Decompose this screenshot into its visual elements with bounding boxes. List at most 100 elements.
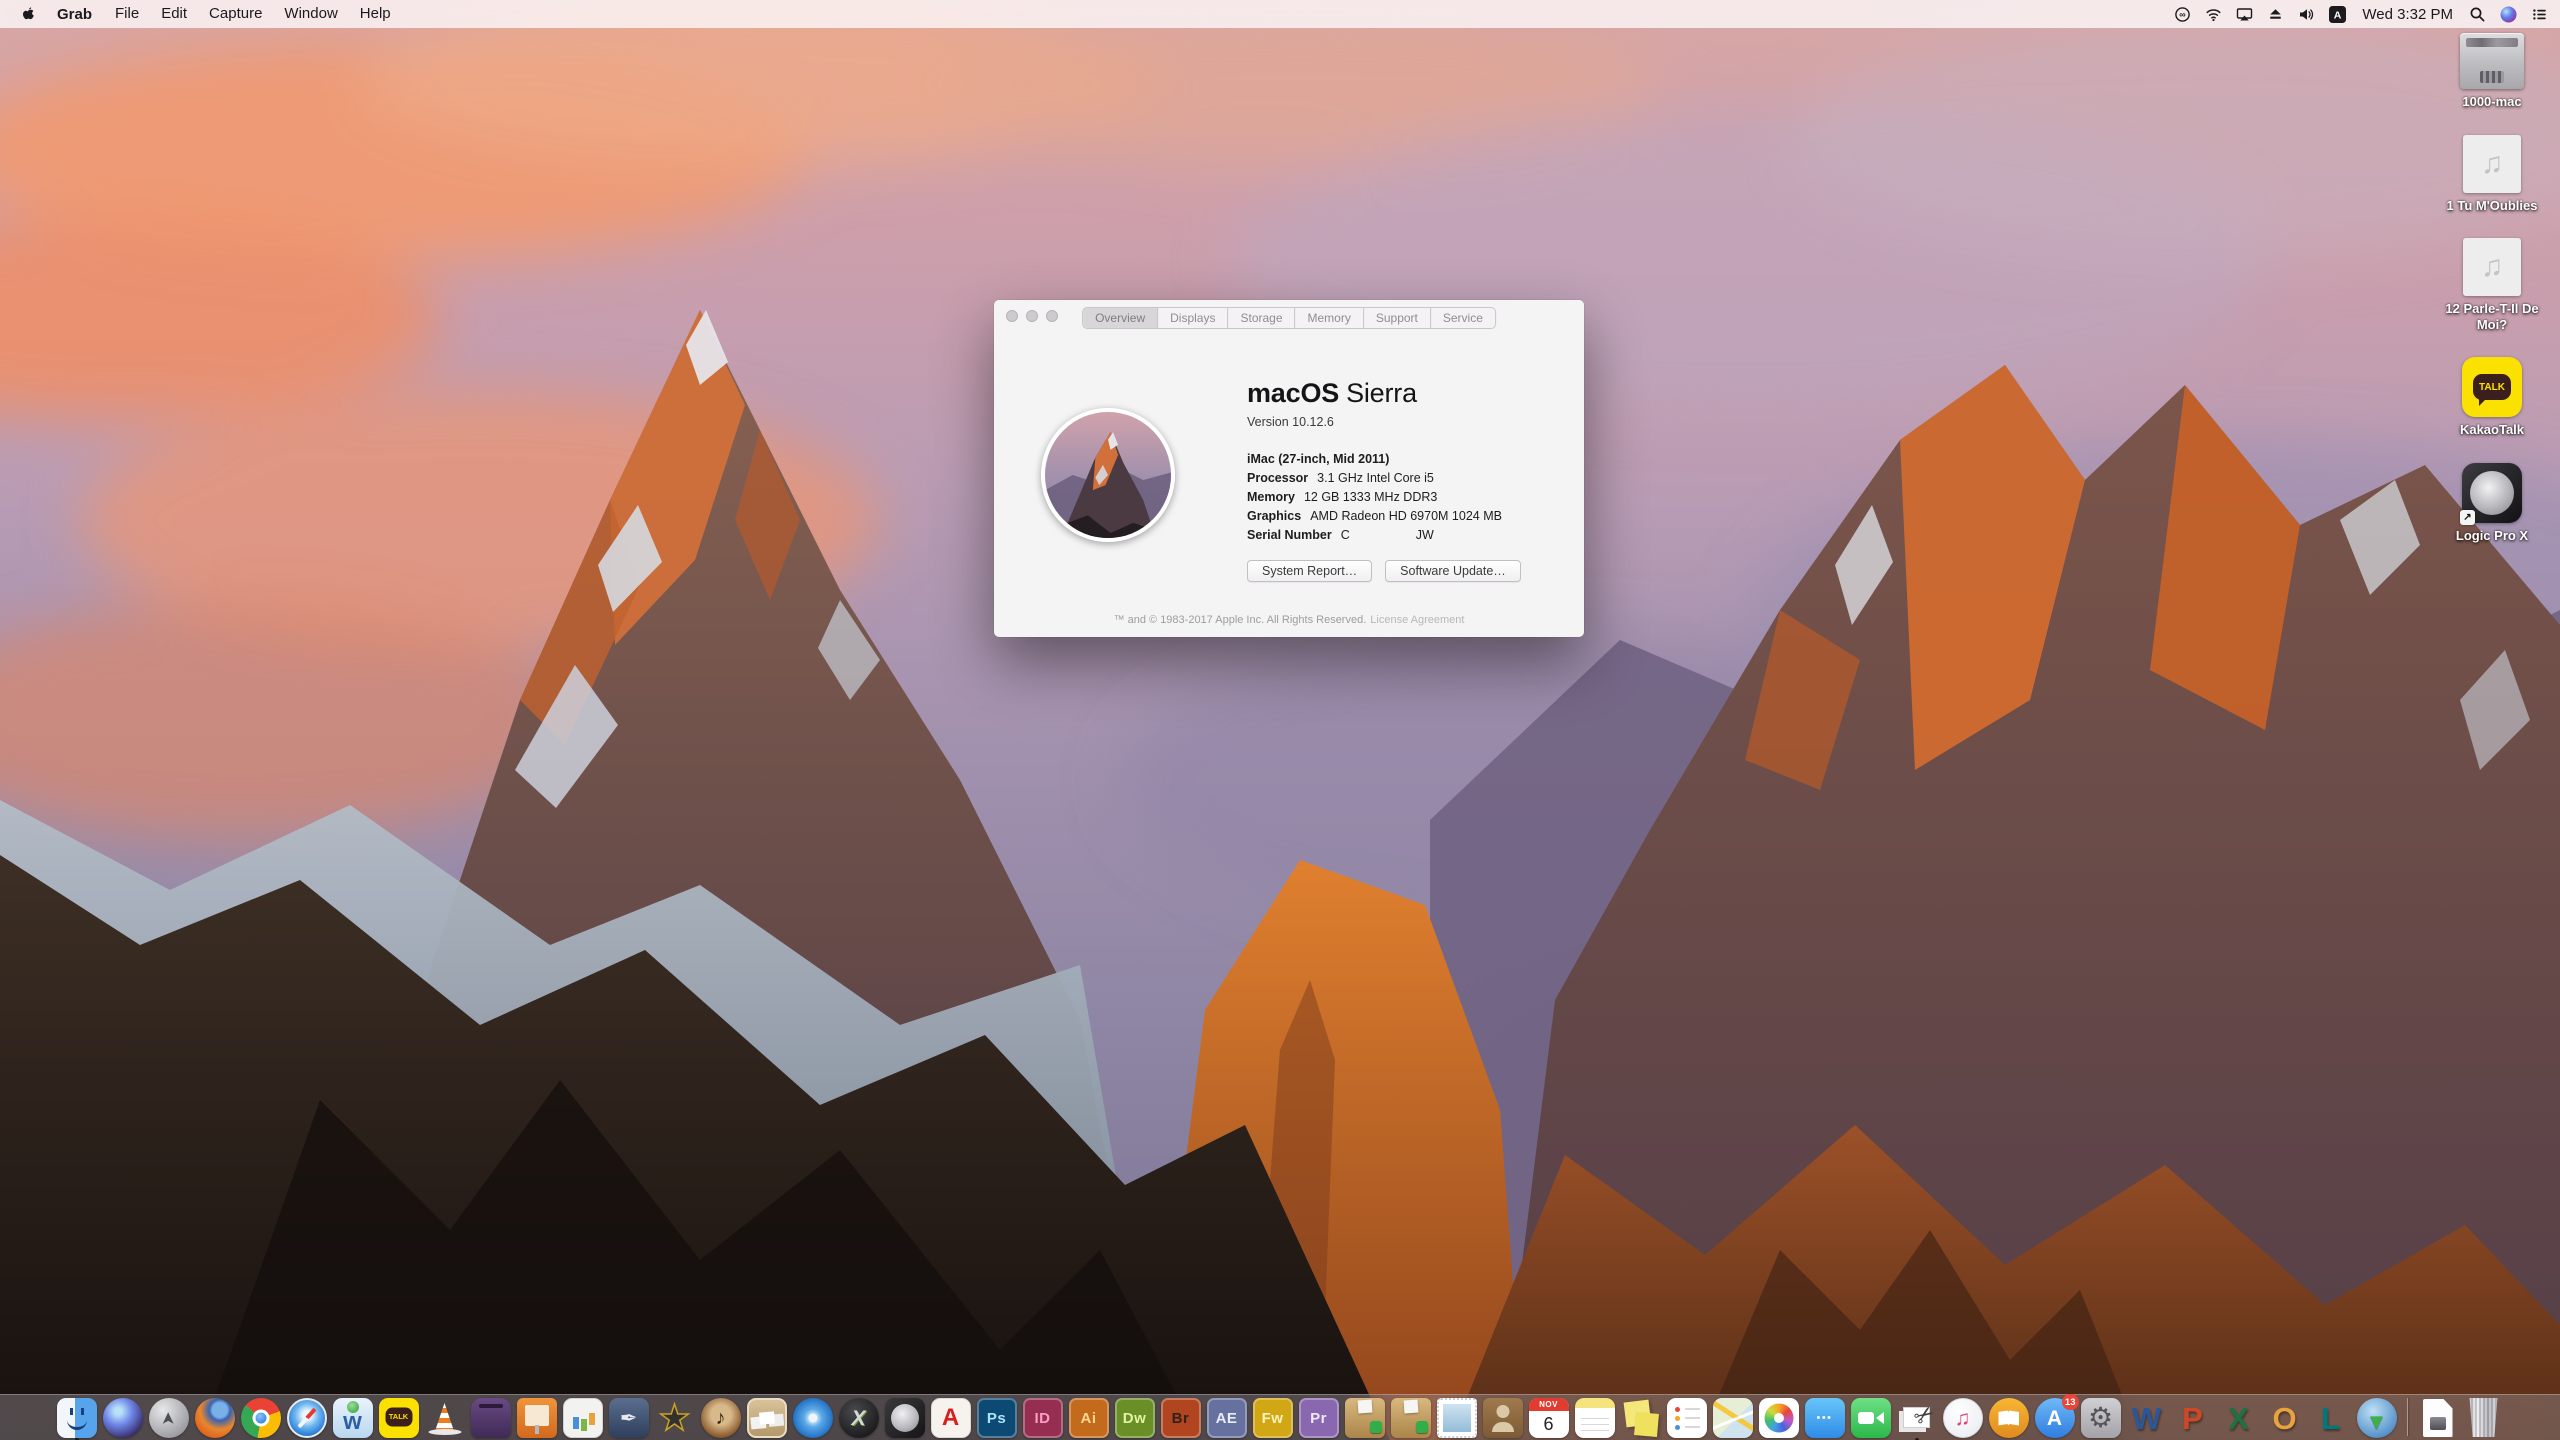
dock-contacts[interactable]	[1483, 1398, 1523, 1440]
dock-premiere[interactable]: Pr	[1299, 1398, 1339, 1440]
dock-fireworks[interactable]: Fw	[1253, 1398, 1293, 1440]
dreamweaver-icon: Dw	[1115, 1398, 1155, 1438]
active-app-menu[interactable]: Grab	[47, 6, 104, 23]
about-this-mac-window: OverviewDisplaysStorageMemorySupportServ…	[994, 300, 1584, 637]
tab-displays[interactable]: Displays	[1158, 308, 1228, 328]
dock-indesign[interactable]: ID	[1023, 1398, 1063, 1440]
menu-capture[interactable]: Capture	[198, 0, 273, 28]
dock-stickies[interactable]	[1621, 1398, 1661, 1440]
notification-center-icon[interactable]	[2531, 6, 2548, 23]
dock-word[interactable]: W	[2127, 1398, 2167, 1440]
dock-mail[interactable]	[1437, 1398, 1477, 1440]
dock-document[interactable]	[2418, 1398, 2458, 1440]
airplay-display-icon[interactable]	[2236, 6, 2253, 23]
eject-icon[interactable]	[2267, 6, 2284, 23]
desktop-icon-audio-file-12[interactable]: ♫12 Parle-T-Il De Moi?	[2433, 238, 2551, 332]
dock-maps[interactable]	[1713, 1398, 1753, 1440]
dock-dropstuff[interactable]	[1391, 1398, 1431, 1440]
dock-illustrator[interactable]: Ai	[1069, 1398, 1109, 1440]
apple-menu-icon[interactable]	[20, 6, 37, 23]
dock-facetime[interactable]	[1851, 1398, 1891, 1440]
dock-garageband[interactable]: ♪	[701, 1398, 741, 1440]
dock-firefox[interactable]	[195, 1398, 235, 1440]
desktop-icon-volume-1000-mac[interactable]: 1000-mac	[2460, 33, 2524, 110]
menubar-clock[interactable]: Wed 3:32 PM	[2362, 6, 2453, 23]
window-titlebar[interactable]: OverviewDisplaysStorageMemorySupportServ…	[994, 300, 1584, 336]
dock-after-effects[interactable]: AE	[1207, 1398, 1247, 1440]
zoom-button[interactable]	[1046, 310, 1058, 322]
dock-app-store[interactable]: A13	[2035, 1398, 2075, 1440]
dock-bridge[interactable]: Br	[1161, 1398, 1201, 1440]
volume-icon[interactable]	[2298, 6, 2315, 23]
siri-icon[interactable]	[2500, 6, 2517, 23]
desktop-icon-audio-file-1[interactable]: ♫1 Tu M'Oublies	[2447, 135, 2538, 214]
tab-service[interactable]: Service	[1431, 308, 1495, 328]
close-button[interactable]	[1006, 310, 1018, 322]
dock-imovie[interactable]: ★	[655, 1398, 695, 1440]
facetime-icon	[1851, 1398, 1891, 1438]
dock-toast[interactable]	[471, 1398, 511, 1440]
dock-reminders[interactable]	[1667, 1398, 1707, 1440]
dock-lync[interactable]: L	[2311, 1398, 2351, 1440]
firefox-icon	[195, 1398, 235, 1438]
dock-vlc[interactable]	[425, 1398, 465, 1440]
itunes-icon: ♫	[1943, 1398, 1983, 1438]
menu-help[interactable]: Help	[349, 0, 402, 28]
dock-photos[interactable]	[1759, 1398, 1799, 1440]
dock-stuffit-expander[interactable]	[1345, 1398, 1385, 1440]
dock-ibooks[interactable]	[1989, 1398, 2029, 1440]
dropstuff-icon	[1391, 1398, 1431, 1438]
tab-support[interactable]: Support	[1364, 308, 1431, 328]
dock-w-globe-app[interactable]: w	[333, 1398, 373, 1440]
dock-itunes[interactable]: ♫	[1943, 1398, 1983, 1440]
app-store-badge: 13	[2062, 1394, 2079, 1410]
menu-window[interactable]: Window	[273, 0, 348, 28]
dock-logic-pro[interactable]	[885, 1398, 925, 1440]
memory-line: Memory12 GB 1333 MHz DDR3	[1247, 488, 1566, 507]
illustrator-icon: Ai	[1069, 1398, 1109, 1438]
spotlight-icon[interactable]	[2469, 6, 2486, 23]
dock-numbers[interactable]	[563, 1398, 603, 1440]
system-report-button[interactable]: System Report…	[1247, 560, 1372, 582]
minimize-button[interactable]	[1026, 310, 1038, 322]
dock-powerpoint[interactable]: P	[2173, 1398, 2213, 1440]
input-source-icon[interactable]: A	[2329, 6, 2346, 23]
dock-trash[interactable]	[2464, 1398, 2504, 1440]
tab-storage[interactable]: Storage	[1228, 308, 1295, 328]
dock-iphoto[interactable]	[747, 1398, 787, 1440]
dock-excel[interactable]: X	[2219, 1398, 2259, 1440]
menu-edit[interactable]: Edit	[150, 0, 198, 28]
indesign-icon: ID	[1023, 1398, 1063, 1438]
software-update-button[interactable]: Software Update…	[1385, 560, 1521, 582]
dock-messages[interactable]: •••	[1805, 1398, 1845, 1440]
dock-outlook[interactable]: O	[2265, 1398, 2305, 1440]
dock-sitesucker[interactable]: ▼	[2357, 1398, 2397, 1440]
dock-calendar[interactable]: NOV6	[1529, 1398, 1569, 1440]
dock-keynote[interactable]	[517, 1398, 557, 1440]
dock-finder[interactable]	[57, 1398, 97, 1440]
dock-siri[interactable]	[103, 1398, 143, 1440]
dock-acrobat[interactable]: A	[931, 1398, 971, 1440]
wifi-icon[interactable]	[2205, 6, 2222, 23]
tab-overview[interactable]: Overview	[1083, 308, 1158, 328]
dock-notes[interactable]	[1575, 1398, 1615, 1440]
dock-grab[interactable]: ✂	[1897, 1398, 1937, 1440]
desktop-icon-kakaotalk-desktop[interactable]: TALKKakaoTalk	[2460, 357, 2524, 438]
menu-file[interactable]: File	[104, 0, 150, 28]
dock-pages[interactable]: ✒	[609, 1398, 649, 1440]
license-agreement-link[interactable]: License Agreement	[1370, 614, 1464, 626]
dock-final-cut[interactable]: X	[839, 1398, 879, 1440]
dock-system-preferences[interactable]: ⚙	[2081, 1398, 2121, 1440]
desktop-icon-logic-pro-x-alias[interactable]: Logic Pro X	[2456, 463, 2528, 544]
dock-kakaotalk[interactable]: TALK	[379, 1398, 419, 1440]
dock-idvd[interactable]	[793, 1398, 833, 1440]
siri-icon	[103, 1398, 143, 1438]
creative-cloud-icon[interactable]: ∞	[2174, 6, 2191, 23]
tab-memory[interactable]: Memory	[1296, 308, 1364, 328]
dock-photoshop[interactable]: Ps	[977, 1398, 1017, 1440]
dock-dreamweaver[interactable]: Dw	[1115, 1398, 1155, 1440]
dock-chrome[interactable]	[241, 1398, 281, 1440]
stuffit-expander-icon	[1345, 1398, 1385, 1438]
dock-safari[interactable]	[287, 1398, 327, 1440]
dock-launchpad[interactable]: ➤	[149, 1398, 189, 1440]
